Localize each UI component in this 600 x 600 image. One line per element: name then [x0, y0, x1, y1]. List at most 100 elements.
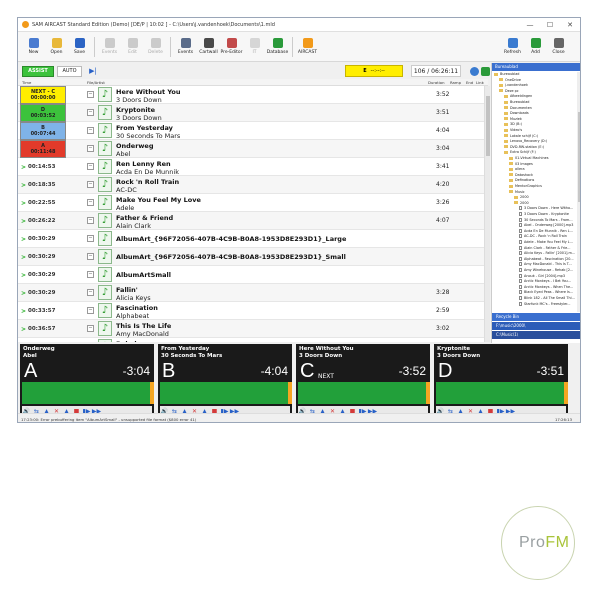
tree-file[interactable]: 3 Doors Down - Here Witho... [519, 206, 573, 211]
pencil-icon[interactable] [481, 67, 490, 76]
collapse-toggle[interactable]: − [87, 325, 94, 332]
tree-file[interactable]: Alphabeat - Fascination [20... [519, 256, 574, 262]
tree-folder[interactable]: Documenten [504, 106, 532, 111]
waveform[interactable] [160, 382, 288, 404]
playlist-row[interactable]: A 00:11:48− ♪ Onderweg Abel 3:04 [18, 140, 484, 158]
tree-file[interactable]: Blink 182 - All The Small Thi... [519, 296, 575, 301]
collapse-toggle[interactable]: − [87, 91, 94, 98]
toolbar-button-events[interactable]: Events [98, 33, 121, 61]
toolbar-button-pre-editor[interactable]: Pre-Editor [220, 33, 243, 61]
browser-tab[interactable]: C:\Music\1\ [492, 331, 580, 339]
collapse-toggle[interactable]: − [87, 127, 94, 134]
tree-folder[interactable]: Datashack [509, 173, 533, 178]
close-button[interactable]: ✕ [560, 21, 580, 29]
browser-button-close[interactable]: Close [547, 33, 570, 61]
playlist-scrollbar[interactable] [484, 86, 490, 342]
playlist-row[interactable]: D 00:03:52− ♪ Kryptonite 3 Doors Down 3:51 [18, 104, 484, 122]
tree-file[interactable]: Black Eyed Peas - Where Is... [519, 290, 573, 295]
collapse-toggle[interactable]: − [87, 217, 94, 224]
collapse-toggle[interactable]: − [87, 199, 94, 206]
playlist-row[interactable]: >00:40:00−♪RehabAmy Winehouse3:30 [18, 338, 484, 342]
browser-button-refresh[interactable]: Refresh [501, 33, 524, 61]
tree-folder[interactable]: j.vandenhoek [499, 83, 528, 88]
playlist-row[interactable]: >00:33:57− ♪ Fascination Alphabeat 2:59 [18, 302, 484, 320]
tree-file[interactable]: Acda En De Munnik - Ren L... [519, 228, 573, 234]
tree-file[interactable]: AC-DC - Rock 'n Roll Train [519, 234, 567, 239]
toolbar-button-it[interactable]: IT [243, 33, 266, 61]
tree-folder[interactable]: Music [509, 190, 525, 195]
collapse-toggle[interactable]: − [87, 145, 94, 152]
tree-file[interactable]: Amy Winehouse - Rehab [2... [519, 268, 573, 273]
collapse-toggle[interactable]: − [87, 271, 94, 278]
col-duration[interactable]: Duration [428, 80, 445, 85]
collapse-toggle[interactable]: − [87, 163, 94, 170]
tree-folder[interactable]: Lokale schijf (C:) [504, 134, 538, 139]
collapse-toggle[interactable]: − [87, 235, 94, 242]
playlist-row[interactable]: B 00:07:44− ♪ From Yesterday 30 Seconds To M… [18, 122, 484, 140]
tree-folder[interactable]: Bureaublad [494, 72, 519, 77]
tree-folder[interactable]: Bureaublad [504, 100, 529, 105]
tree-file[interactable]: 3 Doors Down - Kryptonite [519, 212, 569, 217]
col-file-artist[interactable]: File/Artist [87, 80, 105, 85]
tree-folder[interactable]: Video's [504, 128, 522, 133]
tree-folder[interactable]: Lenovo_Recovery (D:) [504, 139, 547, 144]
playlist-row[interactable]: >00:22:55− ♪ Make You Feel My Love Adele 3:2… [18, 194, 484, 212]
col-ramp[interactable]: Ramp [450, 80, 461, 85]
waveform[interactable] [436, 382, 564, 404]
tree-folder[interactable]: Downloads [504, 111, 529, 116]
playlist-row[interactable]: >00:18:35− ♪ Rock 'n Roll Train AC-DC 4:20 [18, 176, 484, 194]
tree-file[interactable]: Arctic Monkeys - I Bet You... [519, 279, 571, 284]
toolbar-button-new[interactable]: New [22, 33, 45, 61]
tree-folder[interactable]: 2000 [514, 201, 529, 206]
collapse-toggle[interactable]: − [87, 253, 94, 260]
waveform[interactable] [22, 382, 150, 404]
collapse-toggle[interactable]: − [87, 181, 94, 188]
col-end[interactable]: End [466, 80, 473, 85]
tree-folder[interactable]: OneDrive [499, 78, 521, 83]
browser-scrollbar[interactable] [577, 72, 580, 312]
tree-file[interactable]: Starfunk MC's - Freestyler... [519, 301, 571, 307]
collapse-toggle[interactable]: − [87, 109, 94, 116]
tree-file[interactable]: 30 Seconds To Mars - From... [519, 217, 573, 223]
browser-button-add[interactable]: Add [524, 33, 547, 61]
playlist-row[interactable]: >00:30:29 − ♪ AlbumArt_{96F72056-407B-4C9B-… [18, 230, 484, 248]
minimize-button[interactable]: — [520, 21, 540, 29]
collapse-toggle[interactable]: − [87, 307, 94, 314]
col-link[interactable]: Link [476, 80, 484, 85]
playlist-row[interactable]: >00:30:29 − ♪ AlbumArtSmall [18, 266, 484, 284]
tree-folder[interactable]: Afbeeldingen [504, 94, 532, 99]
tree-file[interactable]: Abel - Onderweg [2000].mp3 [519, 223, 573, 228]
col-time[interactable]: Time [22, 80, 31, 85]
scroll-thumb[interactable] [578, 112, 580, 202]
playlist-row[interactable]: >00:30:29− ♪ Fallin' Alicia Keys 3:28 [18, 284, 484, 302]
toolbar-button-open[interactable]: Open [45, 33, 68, 61]
maximize-button[interactable]: ☐ [540, 21, 560, 29]
tree-file[interactable]: Adele - Make You Feel My L... [519, 240, 573, 245]
tree-folder[interactable]: 03 Images [509, 162, 533, 167]
tree-file[interactable]: Alicia Keys - Fallin' [2001].m... [519, 251, 575, 256]
tree-folder[interactable]: DVD-RW-station (E:) [504, 145, 544, 150]
playlist-row[interactable]: >00:26:22− ♪ Father & Friend Alain Clark 4:0… [18, 212, 484, 230]
toolbar-button-aircast[interactable]: AIRCAST [296, 33, 319, 61]
toolbar-button-delete[interactable]: Delete [144, 33, 167, 61]
tree-folder[interactable]: Muziek [504, 117, 522, 122]
tree-folder[interactable]: 2000 [514, 195, 529, 200]
tree-folder[interactable]: Definations [509, 178, 534, 183]
tree-folder[interactable]: MentorGraphics [509, 184, 542, 189]
toolbar-button-database[interactable]: Database [266, 33, 289, 61]
tree-folder[interactable]: Deze pc [499, 89, 519, 94]
playlist-row[interactable]: >00:30:29 − ♪ AlbumArt_{96F72056-407B-4C9B-… [18, 248, 484, 266]
tree-folder[interactable]: 01-Virtual Machines [509, 156, 548, 161]
waveform[interactable] [298, 382, 426, 404]
toolbar-button-save[interactable]: Save [68, 33, 91, 61]
playlist-row[interactable]: NEXT - C 00:00:00− ♪ Here Without You 3 Door… [18, 86, 484, 104]
tree-file[interactable]: Anouk - Girl [2004].mp3 [519, 273, 565, 279]
toolbar-button-events[interactable]: Events [174, 33, 197, 61]
info-icon[interactable] [470, 67, 479, 76]
auto-button[interactable]: AUTO [57, 65, 82, 77]
playlist-row[interactable]: >00:14:53− ♪ Ren Lenny Ren Acda En De Munni… [18, 158, 484, 176]
toolbar-button-edit[interactable]: Edit [121, 33, 144, 61]
collapse-toggle[interactable]: − [87, 289, 94, 296]
assist-button[interactable]: ASSIST [22, 65, 54, 77]
scroll-thumb[interactable] [486, 96, 490, 156]
